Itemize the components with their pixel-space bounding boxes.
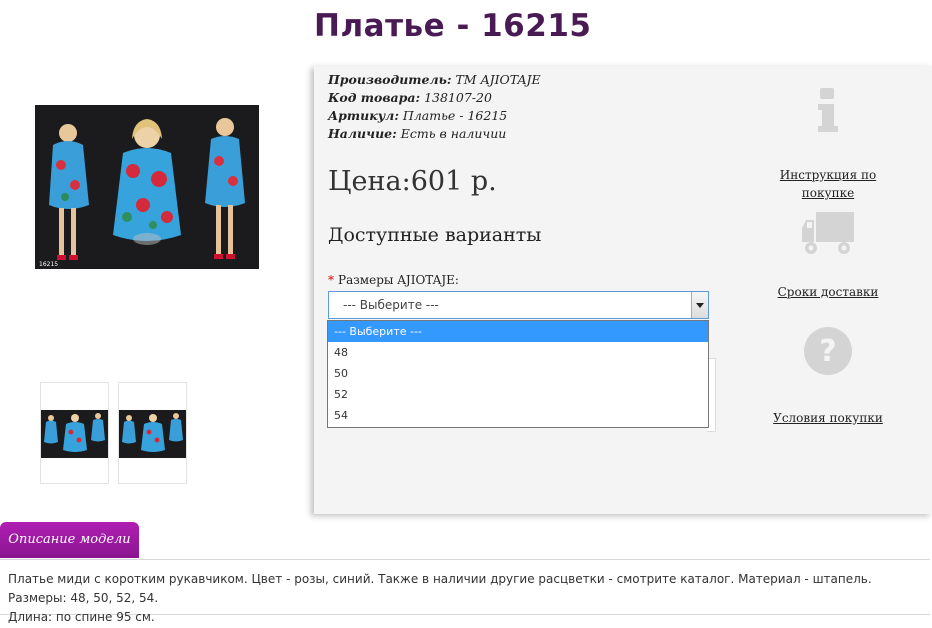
instruction-block: Инструкция по покупке xyxy=(754,86,902,202)
article-row: Артикул: Платье - 16215 xyxy=(328,107,541,125)
variants-title: Доступные варианты xyxy=(328,224,542,246)
dress-photo: 16215 xyxy=(35,105,259,269)
availability-row: Наличие: Есть в наличии xyxy=(328,125,541,143)
size-option[interactable]: 52 xyxy=(328,384,708,405)
size-option[interactable]: 54 xyxy=(328,405,708,426)
availability-value: Есть в наличии xyxy=(400,126,507,141)
thumbnail-2-image xyxy=(119,410,186,458)
image-code-label: 16215 xyxy=(39,261,58,268)
size-label-text: Размеры AJIOTAJE: xyxy=(338,273,459,287)
question-icon: ? xyxy=(804,327,852,375)
product-title: Платье - 16215 xyxy=(314,8,592,44)
tab-description[interactable]: Описание модели xyxy=(0,522,139,558)
required-mark: * xyxy=(328,273,334,287)
code-row: Код товара: 138107-20 xyxy=(328,89,541,107)
thumbnail-1-image xyxy=(41,410,108,458)
product-attributes: Производитель: TM AJIOTAJE Код товара: 1… xyxy=(328,71,541,143)
conditions-link[interactable]: Условия покупки xyxy=(773,411,883,425)
delivery-block: Сроки доставки xyxy=(754,210,902,301)
availability-label: Наличие: xyxy=(328,126,397,141)
code-label: Код товара: xyxy=(328,90,421,105)
chevron-down-icon[interactable] xyxy=(691,292,708,318)
info-icon xyxy=(818,88,838,132)
size-option[interactable]: 50 xyxy=(328,363,708,384)
size-dropdown-list: --- Выберите --- 48 50 52 54 xyxy=(327,320,709,428)
product-main-image[interactable]: 16215 xyxy=(35,105,259,269)
manufacturer-value: TM AJIOTAJE xyxy=(455,72,541,87)
thumbnail-1[interactable] xyxy=(40,382,109,484)
manufacturer-label: Производитель: xyxy=(328,72,452,87)
article-value: Платье - 16215 xyxy=(402,108,508,123)
question-mark: ? xyxy=(819,334,836,369)
delivery-link[interactable]: Сроки доставки xyxy=(778,285,879,299)
size-label: * Размеры AJIOTAJE: xyxy=(328,273,459,287)
size-select[interactable]: --- Выберите --- xyxy=(328,291,709,319)
truck-icon xyxy=(802,212,854,254)
instruction-link[interactable]: Инструкция по покупке xyxy=(780,168,876,200)
size-option[interactable]: 48 xyxy=(328,342,708,363)
code-value: 138107-20 xyxy=(424,90,492,105)
size-option[interactable]: --- Выберите --- xyxy=(328,321,708,342)
description-line-2: Длина: по спине 95 см. xyxy=(8,610,155,624)
conditions-block: ? Условия покупки xyxy=(754,326,902,427)
thumbnail-2[interactable] xyxy=(118,382,187,484)
product-price: Цена:601 р. xyxy=(328,166,497,197)
description-content: Платье миди с коротким рукавчиком. Цвет … xyxy=(0,559,930,624)
product-info-panel: Производитель: TM AJIOTAJE Код товара: 1… xyxy=(314,66,932,514)
description-line-1: Платье миди с коротким рукавчиком. Цвет … xyxy=(8,572,872,605)
manufacturer-row: Производитель: TM AJIOTAJE xyxy=(328,71,541,89)
article-label: Артикул: xyxy=(328,108,399,123)
size-select-value: --- Выберите --- xyxy=(343,298,439,312)
